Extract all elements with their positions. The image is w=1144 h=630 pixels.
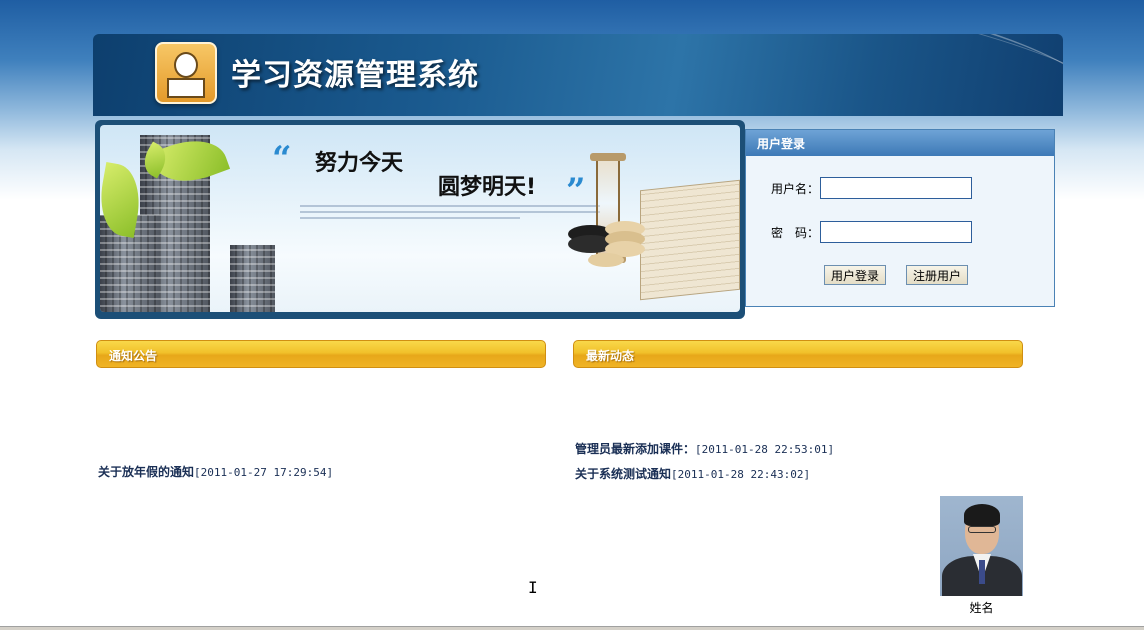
site-title: 学习资源管理系统	[231, 58, 479, 93]
news-title-link[interactable]: 管理员最新添加课件：	[575, 442, 695, 456]
notice-title-link[interactable]: 关于放年假的通知	[98, 465, 194, 479]
text-cursor-icon: I	[528, 578, 538, 597]
news-date: [2011-01-28 22:43:02]	[671, 468, 811, 481]
site-header: 学习资源管理系统	[93, 34, 1063, 116]
login-button[interactable]: 用户登录	[824, 265, 887, 285]
reading-student-logo-icon	[155, 42, 217, 104]
logo-face	[174, 52, 198, 78]
banner-slogan: 努力今天	[315, 151, 404, 176]
list-item[interactable]: 管理员最新添加课件：[2011-01-28 22:53:01]	[575, 440, 834, 457]
window-bottom-border	[0, 626, 1144, 630]
register-button[interactable]: 注册用户	[906, 265, 969, 285]
news-title-link[interactable]: 关于系统测试通知	[575, 467, 671, 481]
username-label: 用户名：	[771, 182, 820, 196]
banner: “ 努力今天 圆梦明天! ”	[95, 120, 745, 319]
news-date: [2011-01-28 22:53:01]	[695, 443, 835, 456]
ledger-illustration	[640, 179, 740, 301]
password-label: 密 码：	[771, 226, 820, 240]
banner-image: “ 努力今天 圆梦明天! ”	[100, 125, 740, 312]
profile-name-caption: 姓名	[969, 601, 994, 615]
list-item[interactable]: 关于放年假的通知[2011-01-27 17:29:54]	[98, 463, 333, 480]
banner-fine-print	[300, 205, 600, 207]
news-section-header: 最新动态	[573, 340, 1023, 368]
profile-photo	[940, 496, 1023, 596]
notices-section-header: 通知公告	[96, 340, 546, 368]
banner-fine-print	[300, 211, 600, 213]
building-illustration	[230, 245, 275, 312]
banner-fine-print	[300, 217, 520, 219]
coin-stack-icon	[588, 253, 624, 267]
logo-book	[167, 78, 205, 98]
username-input[interactable]	[820, 177, 972, 199]
list-item[interactable]: 关于系统测试通知[2011-01-28 22:43:02]	[575, 465, 810, 482]
login-panel: 用户登录 用户名： 密 码： 用户登录 注册用户	[745, 129, 1055, 307]
notice-date: [2011-01-27 17:29:54]	[194, 466, 334, 479]
login-panel-title: 用户登录	[746, 130, 1054, 156]
quote-open-icon: “	[272, 139, 292, 179]
banner-slogan: 圆梦明天!	[438, 175, 537, 200]
password-input[interactable]	[820, 221, 972, 243]
